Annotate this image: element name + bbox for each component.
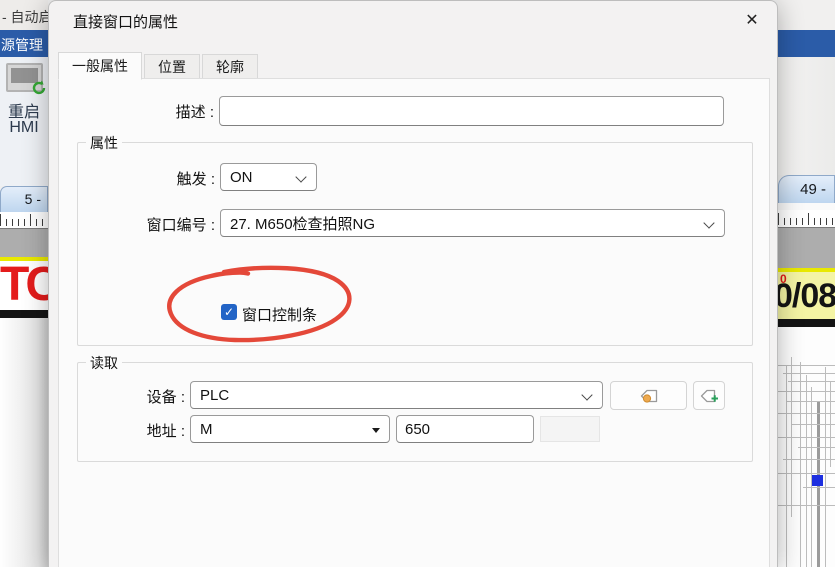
property-group: 属性 触发 : ON 窗口编号 : 27. M650检查拍照NG ✓ 窗口控制条 [77,142,753,346]
trigger-value: ON [230,169,253,186]
address-type-value: M [200,421,213,438]
window-tab-5[interactable]: 5 - [0,186,48,212]
check-icon: ✓ [224,305,234,319]
tab-gap-right [778,203,835,210]
chevron-down-icon [295,171,306,182]
screen-margin-left [0,229,48,257]
tab-profile[interactable]: 轮廓 [202,54,258,79]
address-label: 地址 : [105,420,185,441]
tag-icon [638,387,660,405]
device-select[interactable]: PLC [190,381,603,409]
restart-hmi-label-line2[interactable]: HMI [0,119,48,137]
address-extra-field [540,416,600,442]
horizontal-ruler-right [778,210,835,228]
dialog-tabs: 一般属性 位置 轮廓 [58,51,260,79]
black-divider-left [0,310,48,318]
tab-general-properties[interactable]: 一般属性 [58,52,142,80]
address-value-input[interactable] [396,415,534,443]
description-input[interactable] [219,96,724,126]
chevron-down-icon [703,217,714,228]
add-tag-button[interactable] [693,381,725,410]
ribbon-panel-right [778,57,835,175]
tab-position[interactable]: 位置 [144,54,200,79]
ruler-major-ticks [0,214,48,226]
ribbon-tab-resource-manager[interactable]: 源管理 [0,30,48,57]
tab-page-general: 描述 : 属性 触发 : ON 窗口编号 : 27. M650检查拍照NG ✓ [58,78,770,567]
ruler-major-ticks [778,213,835,225]
window-no-value: 27. M650检查拍照NG [230,213,375,234]
chevron-down-icon [581,389,592,400]
tag-settings-button[interactable] [610,381,687,410]
close-icon[interactable]: ✕ [737,6,767,34]
trigger-label: 触发 : [118,168,215,189]
window-no-select[interactable]: 27. M650检查拍照NG [220,209,725,237]
triangle-down-icon [372,428,380,433]
background-top-right [778,0,835,30]
window-bar-checkbox-label[interactable]: 窗口控制条 [242,304,317,325]
ribbon-bar-right [778,30,835,57]
dialog-title: 直接窗口的属性 [73,11,178,32]
window-no-label: 窗口编号 : [90,214,215,235]
background-window-title: - 自动启 [2,7,48,27]
black-divider-right [778,319,835,327]
trigger-select[interactable]: ON [220,163,317,191]
screen: - 自动启 源管理 重启 HMI 5 - TC 49 - [0,0,835,567]
hmi-screen-logo: TC [0,261,48,310]
refresh-icon [31,80,47,96]
selection-handle[interactable] [812,475,823,486]
screen-margin-right [778,228,835,268]
window-bar-checkbox[interactable]: ✓ [221,304,237,320]
background-window-titlebar: - 自动启 [0,0,48,30]
description-label: 描述 : [114,101,214,122]
ribbon-panel-left: 重启 HMI [0,57,48,186]
read-group: 读取 设备 : PLC [77,362,753,462]
property-group-title: 属性 [86,133,122,153]
ribbon-tab-label: 源管理 [1,35,43,55]
restart-hmi-icon[interactable] [6,63,43,92]
window-tab-49[interactable]: 49 - [778,175,835,203]
tag-plus-icon [699,387,719,405]
direct-window-properties-dialog: 直接窗口的属性 ✕ 一般属性 位置 轮廓 描述 : 属性 触发 : ON 窗口编… [48,0,778,567]
device-label: 设备 : [105,386,185,407]
device-value: PLC [200,387,229,404]
horizontal-ruler-left [0,212,48,229]
editor-canvas-left [0,318,48,567]
hmi-date-display: 0 0/08 [778,272,835,319]
hmi-canvas-wireframe [778,327,835,567]
read-group-title: 读取 [86,353,122,373]
address-type-select[interactable]: M [190,415,390,443]
window-tab-5-label: 5 - [25,191,41,207]
date-text: 0/08 [778,277,835,316]
window-tab-49-label: 49 - [800,181,826,198]
logo-text: TC [0,261,48,310]
